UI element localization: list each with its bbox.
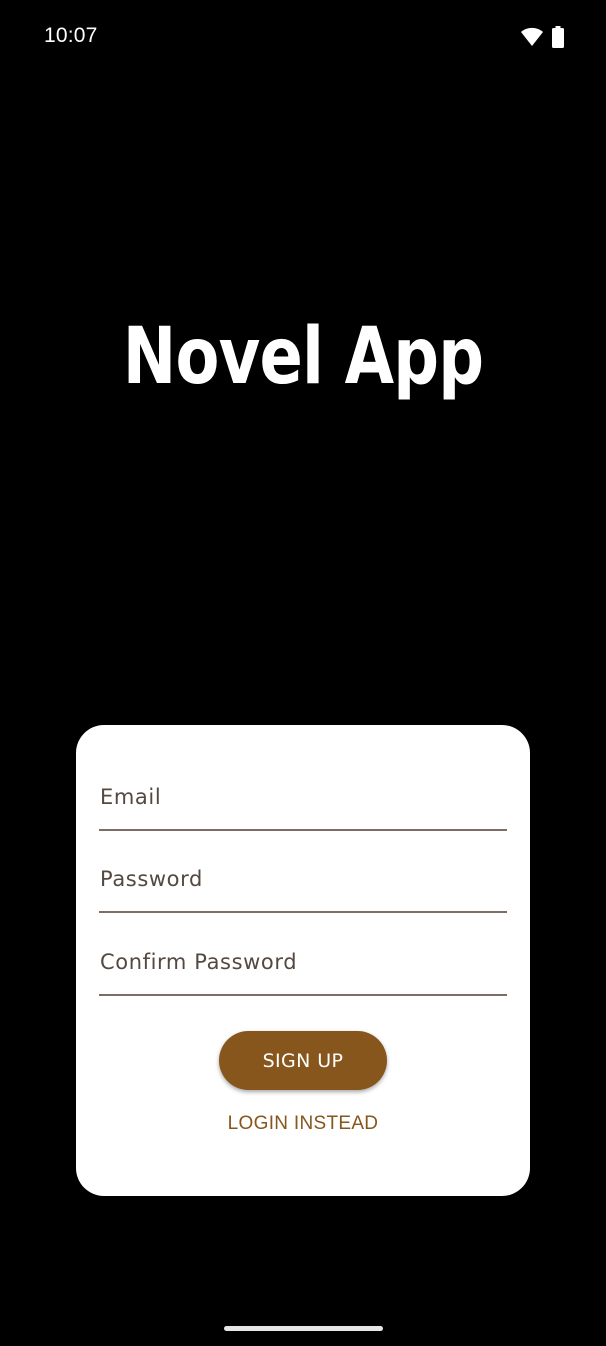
wifi-icon [521,27,543,46]
email-placeholder: Email [100,785,162,809]
app-title: Novel App [122,312,484,402]
password-placeholder: Password [100,867,203,891]
email-field[interactable]: Email [99,771,507,831]
password-field[interactable]: Password [99,853,507,913]
confirm-password-placeholder: Confirm Password [100,950,298,974]
signup-card: Email Password Confirm Password SIGN UP … [76,725,530,1196]
login-instead-button[interactable]: LOGIN INSTEAD [76,1113,530,1135]
status-time: 10:07 [44,24,98,47]
home-indicator[interactable] [224,1326,383,1331]
confirm-password-field[interactable]: Confirm Password [99,936,507,996]
battery-icon [552,26,564,48]
signup-screen: 10:07 Novel App Email Password Confirm P… [0,0,606,1346]
signup-button[interactable]: SIGN UP [219,1031,387,1090]
